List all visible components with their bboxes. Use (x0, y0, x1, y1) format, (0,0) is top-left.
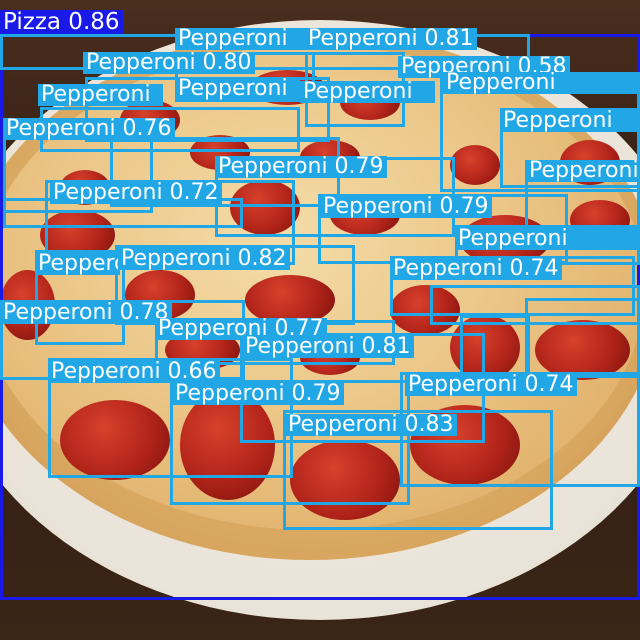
pepperoni-label: Pepperoni (35, 253, 120, 275)
pepperoni-bounding-box (525, 298, 640, 378)
pepperoni-label: Pepperoni (38, 84, 163, 106)
pepperoni-label: Pepperoni (300, 81, 435, 103)
pepperoni-label: Pepperoni 0.82 (118, 248, 290, 270)
pepperoni-label: Pepperoni 0.79 (172, 383, 344, 405)
pepperoni-label: Pepperoni 0.79 (320, 196, 492, 218)
pepperoni-label: Pepperoni 0.79 (215, 156, 387, 178)
pepperoni-label: Pepperoni 0.74 (390, 258, 562, 280)
pepperoni-label: Pepperoni (175, 28, 305, 50)
pepperoni-label: Pepperoni 0.76 (3, 118, 175, 140)
pepperoni-label: Pepperoni 0.78 (0, 302, 172, 324)
pizza-label: Pizza 0.86 (0, 10, 123, 34)
pepperoni-label: Pepperoni 0.83 (285, 414, 457, 436)
pepperoni-label: Pepperoni 0.81 (305, 28, 477, 50)
pepperoni-label: Pepperoni 0.72 (50, 182, 222, 204)
pepperoni-label: Pepperoni 0.66 (48, 361, 220, 383)
pepperoni-label: Pepperoni 0.80 (83, 52, 255, 74)
pepperoni-label: Pepperoni 0.81 (242, 336, 414, 358)
pepperoni-label: Pepperoni (455, 228, 640, 250)
pepperoni-label: Pepperoni 0.74 (405, 374, 577, 396)
pepperoni-label: Pepperoni (175, 78, 300, 100)
pepperoni-label: Pepperoni (500, 110, 640, 132)
pepperoni-label: Pepperoni (443, 72, 640, 94)
pizza-photo: Pizza 0.86 Pepperoni Pepperoni 0.81 Pepp… (0, 0, 640, 640)
pepperoni-label: Pepperoni (526, 160, 640, 182)
